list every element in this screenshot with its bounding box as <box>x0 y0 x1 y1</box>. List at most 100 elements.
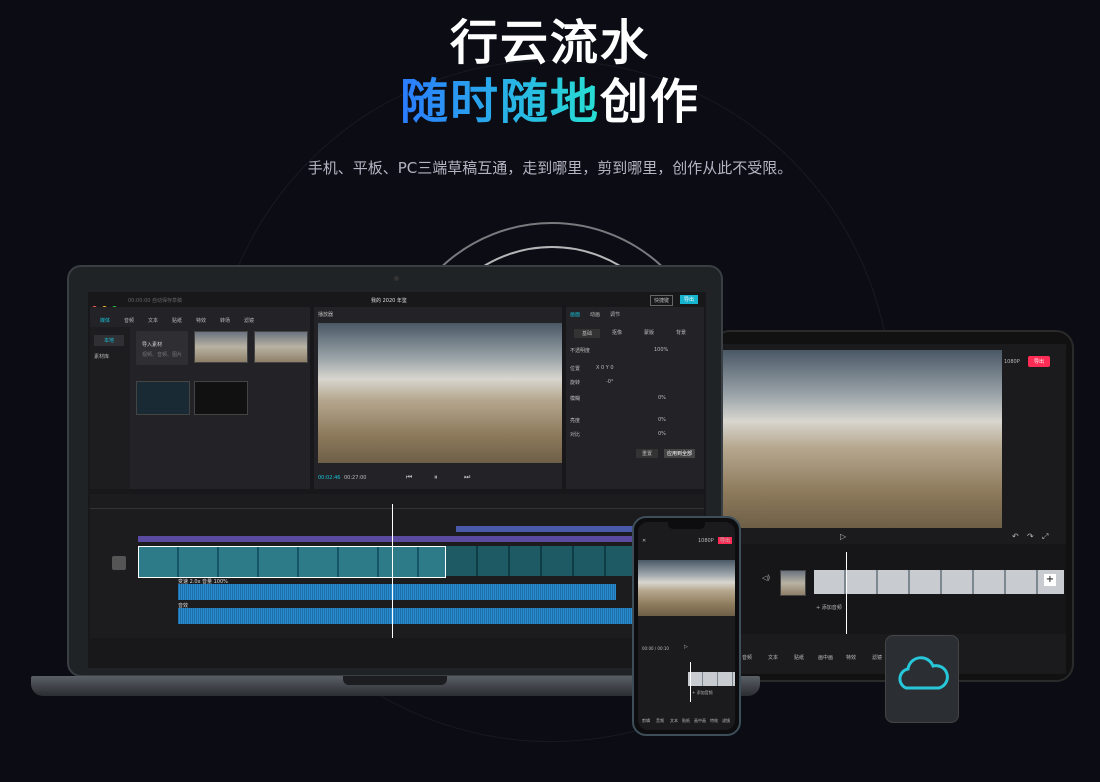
tool-sticker[interactable]: 贴纸 <box>794 654 804 661</box>
sidebar-item-library[interactable]: 素材库 <box>94 353 109 360</box>
camera <box>394 276 399 281</box>
cover-button[interactable] <box>112 556 126 570</box>
import-label: 导入素材 <box>142 342 163 348</box>
tablet-preview <box>722 350 1002 528</box>
prop-brightness-value[interactable]: 0% <box>658 417 666 423</box>
phone-tool-sticker[interactable]: 贴纸 <box>682 718 690 724</box>
media-thumb-4[interactable] <box>194 381 248 415</box>
cover-thumb[interactable] <box>780 570 806 596</box>
sidebar-item-local[interactable]: 本地 <box>94 335 125 346</box>
phone-tool-audio[interactable]: 音频 <box>656 718 664 724</box>
properties-panel: 画面 动画 调节 基础 抠像 蒙版 背景 不透明度 100% 位置 X 0 Y … <box>566 307 704 489</box>
tool-pip[interactable]: 画中画 <box>818 654 833 661</box>
prop-blur-value[interactable]: 0% <box>658 395 666 401</box>
tab-text[interactable]: 文本 <box>148 317 158 324</box>
tool-audio[interactable]: 音频 <box>742 654 752 661</box>
fullscreen-icon[interactable]: ⤢ <box>1042 532 1048 542</box>
media-thumb-1[interactable] <box>194 331 248 363</box>
props-subtab-key[interactable]: 抠像 <box>612 329 622 336</box>
undo-icon[interactable]: ↶ <box>1012 532 1019 541</box>
prev-icon[interactable]: ⏮ <box>406 473 412 482</box>
time-current: 00:02:46 <box>318 475 341 481</box>
close-icon[interactable]: ✕ <box>642 538 646 544</box>
tablet-play-icon[interactable]: ▷ <box>840 532 846 541</box>
tab-transition[interactable]: 转场 <box>220 317 230 324</box>
apply-all-button[interactable]: 应用到全部 <box>664 449 696 458</box>
props-tab-frame[interactable]: 画面 <box>570 311 580 318</box>
import-button[interactable]: 导入素材 视频、音频、图片 <box>136 331 188 365</box>
phone-tool-effect[interactable]: 特效 <box>710 718 718 724</box>
tablet-timeline: ◁) + + 添加音频 <box>722 544 1066 634</box>
add-clip-button[interactable]: + <box>1044 574 1056 586</box>
export-button[interactable]: 导出 <box>680 295 699 304</box>
play-icon[interactable]: ⏸ <box>434 473 438 482</box>
prop-position-value[interactable]: X 0 Y 0 <box>596 365 614 371</box>
player-panel: 播放器 00:02:46 00:27:00 ⏮ ⏸ ⏭ <box>314 307 562 489</box>
prop-contrast-value[interactable]: 0% <box>658 431 666 437</box>
reset-button[interactable]: 重置 <box>636 449 659 458</box>
hero: 行云流水 随时随地创作 <box>0 14 1100 132</box>
prop-brightness-label: 亮度 <box>570 418 581 424</box>
timeline-panel: 变速 2.0x 音量 100% 音效 <box>90 494 706 638</box>
phone-export-button[interactable]: 导出 <box>718 537 733 544</box>
import-sublabel: 视频、音频、图片 <box>142 352 183 358</box>
autosave-label: 00:00:00 自动保存草稿 <box>128 298 183 304</box>
phone-add-audio[interactable]: + 添加音频 <box>692 690 713 696</box>
tab-filter[interactable]: 滤镜 <box>244 317 254 324</box>
tab-effect[interactable]: 特效 <box>196 317 206 324</box>
props-tab-animation[interactable]: 动画 <box>590 311 600 318</box>
main-video-track[interactable] <box>138 546 446 578</box>
tool-filter[interactable]: 滤镜 <box>872 654 882 661</box>
audio-track-1[interactable] <box>178 584 616 600</box>
prop-opacity-value[interactable]: 100% <box>654 347 668 353</box>
laptop-notch <box>343 676 447 685</box>
tab-audio[interactable]: 音频 <box>124 317 134 324</box>
shortcut-button[interactable]: 快捷键 <box>650 295 674 306</box>
hero-title-line2: 随时随地创作 <box>0 72 1100 132</box>
phone-resolution[interactable]: 1080P <box>698 538 714 544</box>
props-subtab-bg[interactable]: 背景 <box>676 329 686 336</box>
tablet-device: 1080P 导出 ▷ ↶ ↷ ⤢ ◁) + + 添加音频 音频 文本 贴纸 画中… <box>712 330 1074 682</box>
tablet-export-button[interactable]: 导出 <box>1028 356 1051 367</box>
media-thumb-2[interactable] <box>254 331 308 363</box>
phone-time: 00:00 / 00:10 <box>642 646 669 651</box>
cloud-sync-icon <box>885 635 959 723</box>
prop-contrast-label: 对比 <box>570 432 581 438</box>
phone-preview <box>638 560 735 616</box>
tablet-clip-track[interactable] <box>814 570 1064 594</box>
hero-title-line1: 行云流水 <box>449 15 650 71</box>
time-total: 00:27:00 <box>344 475 367 481</box>
tab-sticker[interactable]: 贴纸 <box>172 317 182 324</box>
prop-blur-label: 模糊 <box>570 396 581 402</box>
phone-clip-track[interactable] <box>688 672 735 686</box>
tab-media[interactable]: 媒体 <box>100 317 110 324</box>
props-tab-adjust[interactable]: 调节 <box>610 311 620 318</box>
phone-toolbar: 剪辑 音频 文本 贴纸 画中画 特效 滤镜 <box>638 714 735 726</box>
phone-play-icon[interactable]: ▷ <box>684 644 688 650</box>
props-subtab-basic[interactable]: 基础 <box>574 329 601 338</box>
media-tabs: 媒体 音频 文本 贴纸 特效 转场 滤镜 <box>94 309 264 325</box>
tablet-screen: 1080P 导出 ▷ ↶ ↷ ⤢ ◁) + + 添加音频 音频 文本 贴纸 画中… <box>722 344 1066 674</box>
phone-notch <box>668 522 705 529</box>
media-sidebar: 本地 素材库 <box>90 327 130 489</box>
audio-track-2[interactable] <box>178 608 704 624</box>
media-thumb-3[interactable] <box>136 381 190 415</box>
next-icon[interactable]: ⏭ <box>464 473 470 482</box>
phone-tool-filter[interactable]: 滤镜 <box>722 718 730 724</box>
prop-rotate-value[interactable]: -0° <box>606 379 614 385</box>
fx-track-2[interactable] <box>138 536 448 542</box>
redo-icon[interactable]: ↷ <box>1027 532 1034 541</box>
tablet-resolution[interactable]: 1080P <box>1004 359 1020 365</box>
tool-text[interactable]: 文本 <box>768 654 778 661</box>
props-subtab-mask[interactable]: 蒙版 <box>644 329 654 336</box>
phone-tool-text[interactable]: 文本 <box>670 718 678 724</box>
window-title: 我的 2020 年鉴 <box>371 298 407 304</box>
prop-rotate-label: 旋转 <box>570 380 581 386</box>
hero-highlight: 随时随地 <box>399 74 600 130</box>
tool-effect[interactable]: 特效 <box>846 654 856 661</box>
tablet-add-audio[interactable]: + 添加音频 <box>816 604 842 611</box>
hero-title-rest: 创作 <box>600 74 701 130</box>
phone-tool-edit[interactable]: 剪辑 <box>642 718 650 724</box>
phone-tool-pip[interactable]: 画中画 <box>694 718 706 724</box>
mute-icon[interactable]: ◁) <box>762 574 770 582</box>
